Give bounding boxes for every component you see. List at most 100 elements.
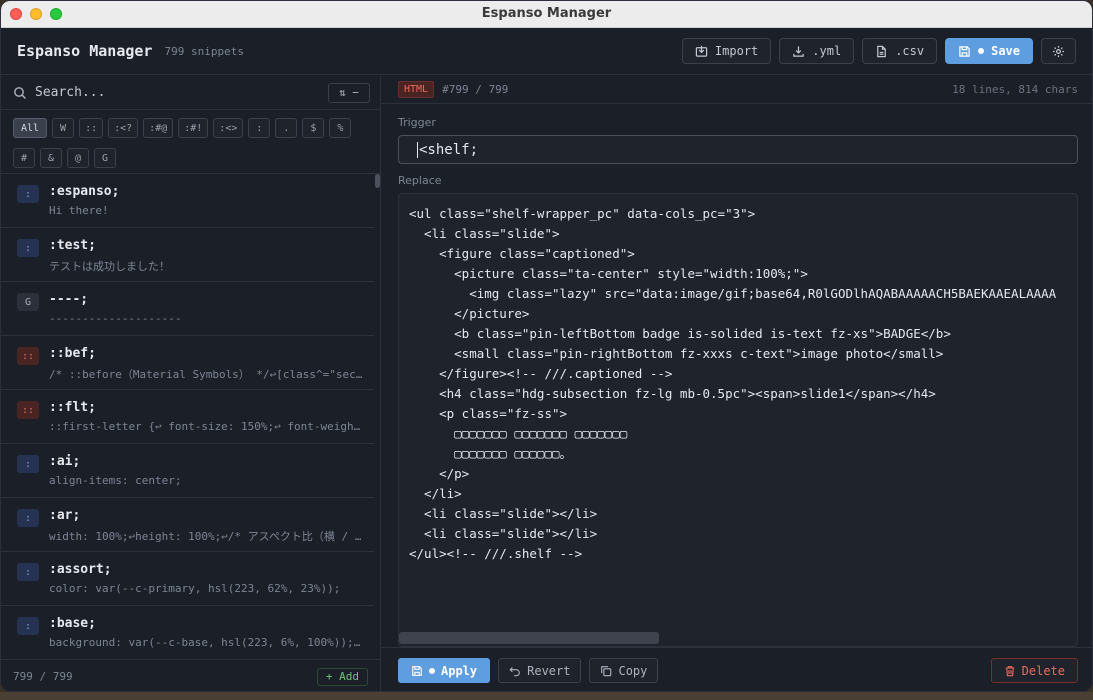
snippet-list-item[interactable]: G ----; -------------------- [1,282,374,336]
snippet-list-item[interactable]: ::::bef;/* ::before（Material Symbols） */… [1,336,374,390]
copy-icon [601,665,612,676]
snippet-type-badge: : [17,617,39,635]
editor-info-row: HTML #799 / 799 18 lines, 814 chars [382,76,1092,104]
save-icon [412,665,422,676]
trigger-input[interactable]: <shelf; [398,135,1078,164]
save-button[interactable]: Save [945,38,1033,64]
list-footer: 799 / 799 + Add [1,659,380,691]
trigger-value: <shelf; [419,141,479,158]
editor-action-bar: Apply Revert Copy Delete [382,647,1092,691]
snippet-list-item[interactable]: ::ar; width: 100%;↩height: 100%;↩/* アスペクト… [1,498,374,552]
revert-button[interactable]: Revert [498,658,582,683]
snippet-preview: Hi there! [49,204,109,217]
snippet-editor-panel: HTML #799 / 799 18 lines, 814 chars Trig… [382,76,1092,691]
unsaved-dot [978,48,985,54]
filter-chips: All W:::<?:#@:#!:<>:. $%# & @ G [1,110,380,174]
save-icon [959,45,970,57]
filter-chip[interactable]: :<> [213,118,244,138]
snippet-list-item[interactable]: ::base; background: var(--c-base, hsl(223… [1,606,374,658]
snippet-index: #799 / 799 [442,83,509,96]
filter-chip[interactable]: $ [302,118,325,138]
snippet-type-badge: :: [17,347,39,365]
filter-chip[interactable]: # [13,148,35,168]
revert-label: Revert [527,663,571,678]
filter-chip[interactable]: G [94,148,116,168]
snippet-type-badge: : [17,455,39,473]
search-icon [14,86,26,99]
filter-chip[interactable]: : [248,118,271,138]
snippet-stats: 18 lines, 814 chars [952,83,1078,96]
copy-button[interactable]: Copy [589,658,659,683]
import-button[interactable]: Import [681,38,772,64]
language-badge: HTML [398,81,435,98]
snippet-trigger: :espanso; [49,184,120,199]
snippet-trigger: :base; [49,616,96,631]
search-input[interactable] [35,85,328,100]
snippet-list-panel: ⇅ − AllW:::<?:#@:#!:<>:.$%#&@G ::espanso… [1,76,381,691]
import-icon [695,45,708,57]
filter-chip[interactable]: . [275,118,298,138]
app-window: Espanso Manager Espanso Manager 799 snip… [0,0,1093,692]
title-bar: Espanso Manager [1,1,1092,28]
snippet-trigger: :ar; [49,508,81,523]
download-icon [793,45,805,57]
undo-icon [509,666,520,676]
export-csv-button[interactable]: .csv [862,38,938,64]
snippet-preview: /* ::before（Material Symbols） */↩[class^… [49,368,363,381]
csv-label: .csv [895,44,925,58]
snippet-preview: ::first-letter {↩ font-size: 150%;↩ font… [49,420,361,433]
replace-editor[interactable]: <ul class="shelf-wrapper_pc" data-cols_p… [398,193,1078,647]
filter-chip[interactable]: & [40,148,62,168]
export-yml-button[interactable]: .yml [779,38,855,64]
replace-code: <ul class="shelf-wrapper_pc" data-cols_p… [409,206,1057,561]
trigger-label: Trigger [398,116,436,129]
snippet-preview: align-items: center; [49,474,182,487]
list-count: 799 / 799 [13,670,73,683]
filter-chip[interactable]: :: [79,118,104,138]
filter-chip[interactable]: All [13,118,48,138]
sort-button[interactable]: ⇅ − [328,82,370,103]
desktop-background [0,692,1093,700]
filter-chip[interactable]: % [329,118,352,138]
yml-label: .yml [812,44,842,58]
add-snippet-button[interactable]: + Add [316,667,368,686]
snippet-type-badge: G [17,293,39,311]
filter-chip[interactable]: @ [67,148,89,168]
replace-label: Replace [398,174,442,187]
snippet-list: ::espanso; Hi there!::test; テストは成功しました！ G --… [1,174,374,658]
snippet-preview: color: var(--c-primary, hsl(223, 62%, 23… [49,582,341,595]
delete-label: Delete [1021,663,1065,678]
snippet-trigger: ::bef; [49,346,96,361]
filter-chip[interactable]: :<? [108,118,139,138]
filter-chip[interactable]: :#! [178,118,209,138]
snippet-preview: テストは成功しました！ [49,260,170,273]
save-label: Save [991,44,1020,58]
trash-icon [1005,665,1014,676]
snippet-preview: -------------------- [49,312,182,325]
file-icon [877,45,887,57]
snippet-list-item[interactable]: ::ai; align-items: center; [1,444,374,498]
window-title: Espanso Manager [481,6,612,21]
filter-chip[interactable]: W [52,118,75,138]
snippet-list-item[interactable]: : :assort; color: var(--c-primary, hsl(223… [1,552,374,606]
snippet-trigger: ----; [49,292,89,307]
unsaved-dot [429,667,435,674]
snippet-count: 799 snippets [164,44,244,58]
apply-button[interactable]: Apply [398,658,491,683]
apply-label: Apply [441,663,478,678]
filter-chip[interactable]: :#@ [143,118,174,138]
snippet-list-item[interactable]: ::test; テストは成功しました！ [1,228,374,282]
snippet-type-badge: : [17,185,39,203]
text-caret [417,141,418,158]
snippet-type-badge: : [17,509,39,527]
snippet-list-item[interactable]: ::::flt;::first-letter {↩ font-size: 150… [1,390,374,444]
editor-horizontal-scrollbar[interactable] [399,632,659,644]
delete-button[interactable]: Delete [990,658,1078,683]
snippet-type-badge: : [17,563,39,581]
snippet-trigger: :assort; [49,562,112,577]
app-header: Espanso Manager 799 snippets Import .yml… [1,28,1092,75]
snippet-list-item[interactable]: : :espanso; Hi there! [1,174,374,228]
import-label: Import [714,44,759,58]
list-scrollbar[interactable] [375,174,380,188]
settings-button[interactable] [1041,38,1076,64]
